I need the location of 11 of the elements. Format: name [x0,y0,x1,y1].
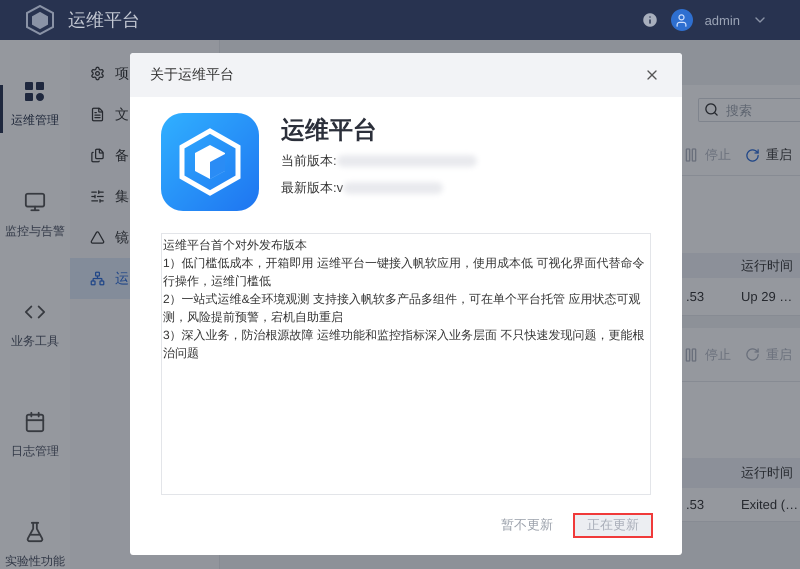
column-header: 运行时间 [740,256,794,274]
app-name: 运维平台 [281,116,378,146]
column-header: 运行时间 [740,464,794,482]
dialog-title: 关于运维平台 [150,66,234,84]
table-cell-text: Up 29 … [740,289,794,304]
latest-version-label: 最新版本:v [281,178,344,196]
table-cell-text: Exited (… [740,497,800,512]
current-version-label: 当前版本: [281,152,337,170]
table-cell-text: .53 [685,497,706,512]
app-title: 运维平台 [68,9,140,32]
table-cell-text: .53 [685,289,706,304]
